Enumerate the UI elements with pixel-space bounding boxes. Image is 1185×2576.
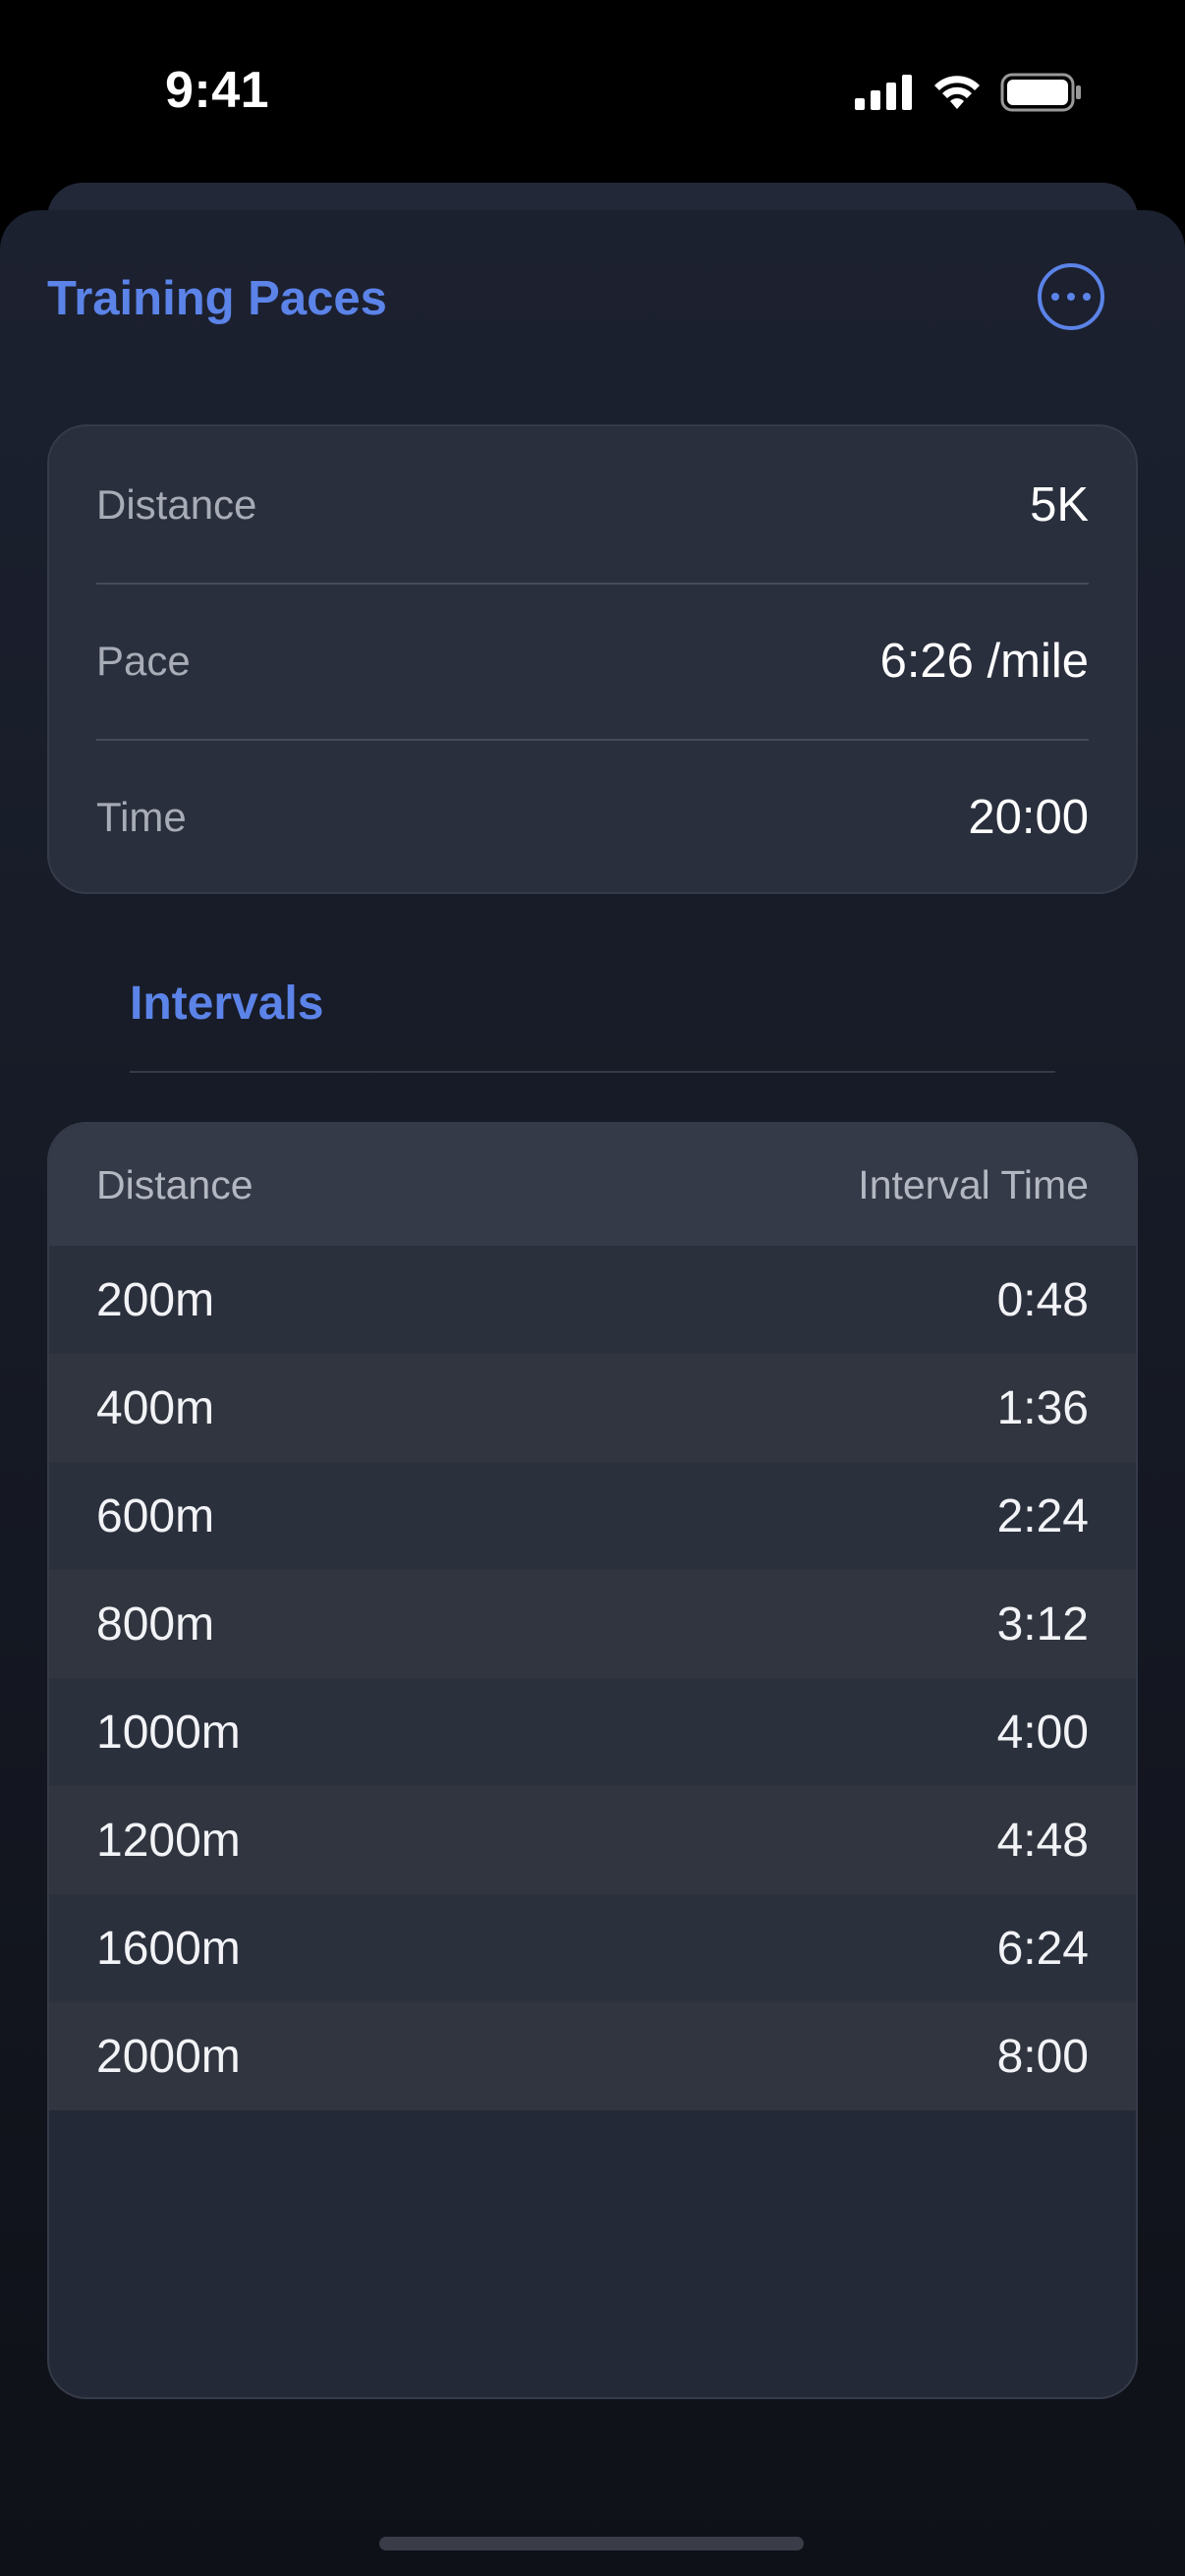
distance-label: Distance xyxy=(96,480,257,528)
time-value[interactable]: 20:00 xyxy=(968,790,1089,845)
wifi-icon xyxy=(934,76,980,109)
interval-time: 1:36 xyxy=(996,1381,1089,1434)
time-row[interactable]: Time 20:00 xyxy=(49,739,1136,892)
interval-time: 6:24 xyxy=(996,1922,1089,1975)
page-title: Training Paces xyxy=(47,272,387,325)
interval-distance: 400m xyxy=(96,1381,215,1434)
ellipsis-dot xyxy=(1083,293,1091,301)
interval-time: 3:12 xyxy=(996,1597,1089,1651)
interval-distance: 1000m xyxy=(96,1706,241,1759)
interval-time: 0:48 xyxy=(996,1273,1089,1326)
intervals-section-title: Intervals xyxy=(130,978,324,1030)
table-row: 2000m 8:00 xyxy=(49,2002,1136,2110)
battery-icon xyxy=(1000,73,1081,112)
status-icons xyxy=(855,73,1083,112)
table-row: 1000m 4:00 xyxy=(49,1678,1136,1786)
pace-value[interactable]: 6:26 /mile xyxy=(880,634,1089,689)
interval-time: 4:48 xyxy=(996,1814,1089,1867)
status-time: 9:41 xyxy=(165,62,270,119)
more-options-button[interactable] xyxy=(1038,263,1104,330)
interval-time: 4:00 xyxy=(996,1706,1089,1759)
home-indicator[interactable] xyxy=(379,2537,804,2550)
section-divider xyxy=(130,1071,1055,1073)
interval-distance: 800m xyxy=(96,1597,215,1651)
cellular-signal-icon xyxy=(855,75,912,110)
table-row: 400m 1:36 xyxy=(49,1354,1136,1462)
table-row: 600m 2:24 xyxy=(49,1462,1136,1570)
table-row: 800m 3:12 xyxy=(49,1570,1136,1678)
app-screen: 9:41 Training Paces Distance 5K Pace 6:2… xyxy=(0,0,1185,2576)
table-row: 1200m 4:48 xyxy=(49,1786,1136,1894)
status-bar: 9:41 xyxy=(0,0,1185,187)
pace-row[interactable]: Pace 6:26 /mile xyxy=(49,583,1136,739)
distance-column-header: Distance xyxy=(96,1161,254,1207)
ellipsis-circle-icon xyxy=(1051,293,1059,301)
table-header: Distance Interval Time xyxy=(49,1124,1136,1246)
interval-time: 2:24 xyxy=(996,1489,1089,1542)
table-row: 200m 0:48 xyxy=(49,1246,1136,1354)
distance-row[interactable]: Distance 5K xyxy=(49,426,1136,583)
interval-distance: 1600m xyxy=(96,1922,241,1975)
table-row: 1600m 6:24 xyxy=(49,1894,1136,2002)
distance-value[interactable]: 5K xyxy=(1030,477,1089,532)
training-paces-sheet: Training Paces Distance 5K Pace 6:26 /mi… xyxy=(0,210,1185,2576)
interval-distance: 600m xyxy=(96,1489,215,1542)
interval-distance: 200m xyxy=(96,1273,215,1326)
ellipsis-dot xyxy=(1067,293,1075,301)
pace-label: Pace xyxy=(96,637,191,684)
interval-time: 8:00 xyxy=(996,2030,1089,2083)
interval-distance: 1200m xyxy=(96,1814,241,1867)
interval-distance: 2000m xyxy=(96,2030,241,2083)
pace-inputs-card: Distance 5K Pace 6:26 /mile Time 20:00 xyxy=(47,424,1138,894)
intervals-table: Distance Interval Time 200m 0:48 400m 1:… xyxy=(47,1122,1138,2399)
table-body: 200m 0:48 400m 1:36 600m 2:24 800m 3:12 … xyxy=(49,1246,1136,2110)
time-label: Time xyxy=(96,793,187,840)
interval-time-column-header: Interval Time xyxy=(858,1161,1089,1207)
